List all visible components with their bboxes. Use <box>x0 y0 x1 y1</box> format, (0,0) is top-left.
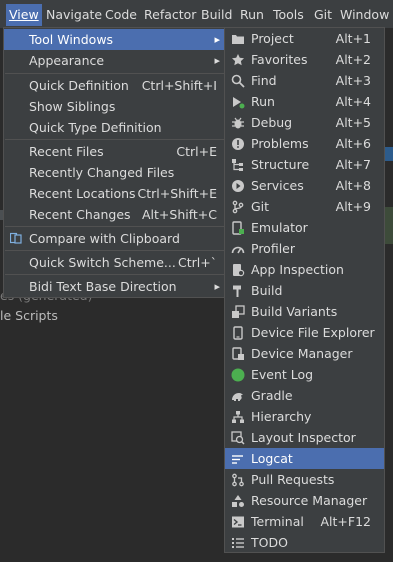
tool-window-hierarchy[interactable]: Hierarchy <box>225 406 384 427</box>
bg-selection-strip <box>385 147 393 161</box>
tool-window-todo[interactable]: TODO <box>225 532 384 553</box>
tool-window-terminal[interactable]: Terminal Alt+F12 <box>225 511 384 532</box>
separator <box>5 226 226 227</box>
tool-window-event-log[interactable]: Event Log <box>225 364 384 385</box>
separator <box>5 250 226 251</box>
tool-windows-submenu: Project Alt+1 Favorites Alt+2 Find Alt+3… <box>224 27 385 553</box>
layout-inspector-icon <box>231 431 245 445</box>
tool-window-git[interactable]: Git Alt+9 <box>225 196 384 217</box>
menu-item-show-siblings[interactable]: Show Siblings <box>4 96 225 117</box>
tool-window-build[interactable]: Build <box>225 280 384 301</box>
tool-window-pull-requests[interactable]: Pull Requests <box>225 469 384 490</box>
tool-window-services[interactable]: Services Alt+8 <box>225 175 384 196</box>
scripts-label: le Scripts <box>0 308 58 323</box>
search-icon <box>231 74 245 88</box>
tool-window-gradle[interactable]: Gradle <box>225 385 384 406</box>
menu-item-appearance[interactable]: Appearance ▸ <box>4 50 225 71</box>
menu-item-quick-definition[interactable]: Quick Definition Ctrl+Shift+I <box>4 75 225 96</box>
run-icon <box>233 97 245 109</box>
chevron-right-icon: ▸ <box>214 54 220 67</box>
tool-window-device-file-explorer[interactable]: Device File Explorer <box>225 322 384 343</box>
tool-window-emulator[interactable]: Emulator <box>225 217 384 238</box>
menu-navigate[interactable]: Navigate <box>46 7 102 23</box>
star-icon <box>232 54 244 66</box>
compare-icon <box>10 232 22 244</box>
menu-view[interactable]: View <box>6 4 42 26</box>
git-branch-icon <box>232 200 244 214</box>
tool-window-app-inspection[interactable]: App Inspection <box>225 259 384 280</box>
menu-tools[interactable]: Tools <box>273 7 304 23</box>
app-inspection-icon <box>233 264 245 277</box>
tool-window-problems[interactable]: Problems Alt+6 <box>225 133 384 154</box>
menu-bar: View Navigate Code Refactor Build Run To… <box>0 0 393 28</box>
tool-window-profiler[interactable]: Profiler <box>225 238 384 259</box>
device-manager-icon <box>232 347 244 360</box>
menu-window[interactable]: Window <box>340 7 389 23</box>
tool-window-run[interactable]: Run Alt+4 <box>225 91 384 112</box>
view-menu: Tool Windows ▸ Appearance ▸ Quick Defini… <box>3 27 226 298</box>
tool-window-debug[interactable]: Debug Alt+5 <box>225 112 384 133</box>
hierarchy-icon <box>232 411 244 423</box>
event-log-icon <box>231 368 245 382</box>
separator <box>5 73 226 74</box>
menu-item-tool-windows[interactable]: Tool Windows ▸ <box>4 29 225 50</box>
hammer-icon <box>233 285 241 297</box>
chevron-right-icon: ▸ <box>214 280 220 293</box>
separator <box>5 274 226 275</box>
build-variants-icon <box>232 305 245 318</box>
tool-window-project[interactable]: Project Alt+1 <box>225 28 384 49</box>
resource-manager-icon <box>232 495 244 507</box>
services-icon <box>232 180 244 192</box>
tool-window-structure[interactable]: Structure Alt+7 <box>225 154 384 175</box>
tool-window-device-manager[interactable]: Device Manager <box>225 343 384 364</box>
menu-item-quick-switch-scheme[interactable]: Quick Switch Scheme... Ctrl+` <box>4 252 225 273</box>
menu-item-recently-changed-files[interactable]: Recently Changed Files <box>4 162 225 183</box>
problems-icon <box>232 138 244 150</box>
tool-window-resource-manager[interactable]: Resource Manager <box>225 490 384 511</box>
emulator-icon <box>232 221 244 235</box>
profiler-icon <box>231 246 245 254</box>
chevron-right-icon: ▸ <box>214 33 220 46</box>
menu-build[interactable]: Build <box>201 7 232 23</box>
tool-window-layout-inspector[interactable]: Layout Inspector <box>225 427 384 448</box>
tool-window-favorites[interactable]: Favorites Alt+2 <box>225 49 384 70</box>
menu-git[interactable]: Git <box>314 7 332 23</box>
phone-icon <box>233 326 243 340</box>
menu-item-recent-files[interactable]: Recent Files Ctrl+E <box>4 141 225 162</box>
tool-window-find[interactable]: Find Alt+3 <box>225 70 384 91</box>
bg-highlight-strip <box>385 207 393 244</box>
bug-icon <box>232 117 244 129</box>
menu-run[interactable]: Run <box>240 7 264 23</box>
terminal-icon <box>232 516 244 528</box>
separator <box>5 139 226 140</box>
logcat-icon <box>232 455 243 464</box>
gradle-icon <box>232 393 243 401</box>
menu-item-recent-changes[interactable]: Recent Changes Alt+Shift+C <box>4 204 225 225</box>
menu-item-quick-type-definition[interactable]: Quick Type Definition <box>4 117 225 138</box>
structure-icon <box>232 159 243 171</box>
tool-window-build-variants[interactable]: Build Variants <box>225 301 384 322</box>
todo-icon <box>232 538 244 548</box>
menu-refactor[interactable]: Refactor <box>144 7 196 23</box>
menu-code[interactable]: Code <box>105 7 137 23</box>
menu-item-compare-with-clipboard[interactable]: Compare with Clipboard <box>4 228 225 249</box>
folder-icon <box>232 35 244 44</box>
pull-request-icon <box>232 473 244 487</box>
menu-item-recent-locations[interactable]: Recent Locations Ctrl+Shift+E <box>4 183 225 204</box>
tool-window-logcat[interactable]: Logcat <box>225 448 384 469</box>
menu-item-bidi-text-base-direction[interactable]: Bidi Text Base Direction ▸ <box>4 276 225 297</box>
